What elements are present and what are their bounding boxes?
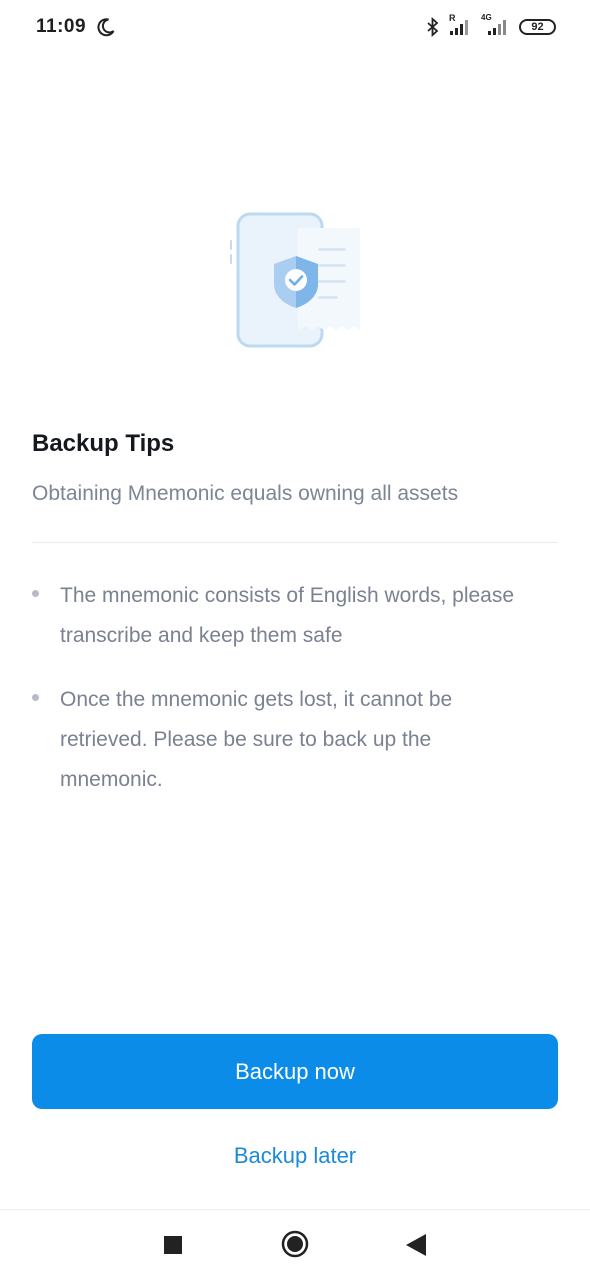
bullet-dot xyxy=(32,590,39,597)
status-bar: 11:09 R 4G 92 xyxy=(0,0,590,54)
home-circle-icon[interactable] xyxy=(281,1230,309,1258)
moon-icon xyxy=(96,17,116,37)
phone-shield-icon xyxy=(230,212,360,348)
back-triangle-icon[interactable] xyxy=(405,1232,427,1258)
status-bar-right: R 4G 92 xyxy=(427,13,556,37)
tip-text: Once the mnemonic gets lost, it cannot b… xyxy=(60,688,453,791)
tip-text: The mnemonic consists of English words, … xyxy=(60,584,515,647)
page-title: Backup Tips xyxy=(32,430,175,457)
roaming-indicator: R xyxy=(449,13,456,23)
tip-item: Once the mnemonic gets lost, it cannot b… xyxy=(32,680,532,800)
system-nav-bar xyxy=(0,1209,590,1280)
signal-4g-icon: 4G xyxy=(481,13,509,36)
status-time: 11:09 xyxy=(36,16,87,37)
bluetooth-icon xyxy=(427,17,439,37)
recents-square-icon[interactable] xyxy=(162,1232,184,1258)
backup-later-label: Backup later xyxy=(233,1143,357,1168)
backup-now-button[interactable]: Backup now xyxy=(32,1034,558,1109)
backup-later-link[interactable]: Backup later xyxy=(0,1136,590,1176)
tips-list: The mnemonic consists of English words, … xyxy=(32,576,532,824)
network-type-label: 4G xyxy=(481,13,492,22)
battery-level: 92 xyxy=(531,20,544,33)
backup-illustration xyxy=(228,206,364,352)
page-subtitle: Obtaining Mnemonic equals owning all ass… xyxy=(32,482,459,505)
bullet-dot xyxy=(32,694,39,701)
tip-item: The mnemonic consists of English words, … xyxy=(32,576,532,656)
status-bar-left: 11:09 xyxy=(36,16,116,38)
battery-icon: 92 xyxy=(519,19,556,35)
signal-icon: R xyxy=(449,13,471,36)
divider xyxy=(32,542,558,543)
backup-tips-screen: 11:09 R 4G 92 Backup Tips Obtaining Mnem… xyxy=(0,0,590,1280)
